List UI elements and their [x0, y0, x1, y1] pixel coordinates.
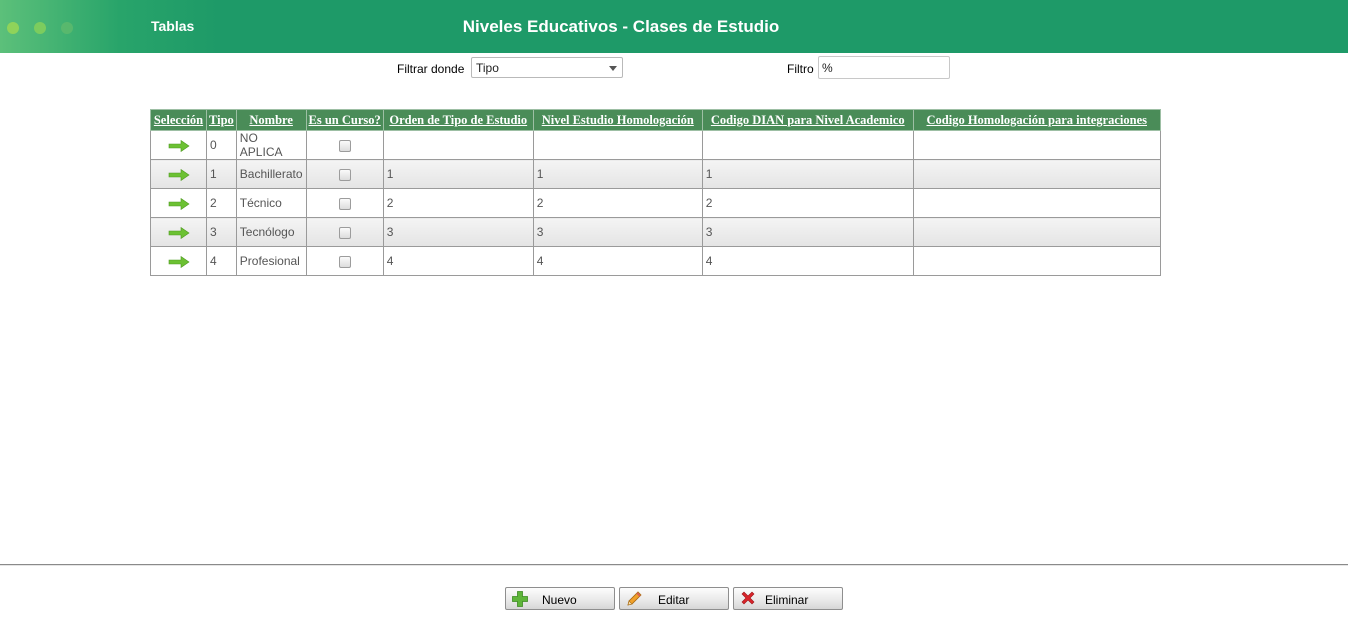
arrow-right-icon[interactable]: [168, 197, 190, 210]
row-select-cell[interactable]: [150, 188, 207, 218]
cell-dian: 4: [701, 246, 914, 276]
cell-orden: 4: [382, 246, 534, 276]
cell-es-curso: [305, 217, 384, 247]
header-bar: Tablas Niveles Educativos - Clases de Es…: [0, 0, 1348, 53]
filter-field-value: Tipo: [476, 61, 499, 75]
cell-orden: 2: [382, 188, 534, 218]
delete-button-label: Eliminar: [765, 593, 809, 607]
cell-tipo: 0: [206, 130, 237, 160]
row-select-cell[interactable]: [150, 217, 207, 247]
new-button[interactable]: Nuevo: [505, 587, 615, 610]
cell-nivel: 4: [532, 246, 703, 276]
es-curso-checkbox[interactable]: [338, 139, 351, 152]
cell-nivel: [532, 130, 703, 160]
arrow-right-icon[interactable]: [168, 168, 190, 181]
plus-icon: [512, 591, 528, 607]
row-select-cell[interactable]: [150, 130, 207, 160]
cell-orden: 1: [382, 159, 534, 189]
column-header-codigo-homologacion[interactable]: Codigo Homologación para integraciones: [912, 109, 1161, 131]
edit-button[interactable]: Editar: [619, 587, 729, 610]
filter-where-label: Filtrar donde: [397, 62, 465, 76]
column-header-codigo-dian[interactable]: Codigo DIAN para Nivel Academico: [701, 109, 914, 131]
filter-input[interactable]: [818, 56, 950, 79]
cell-homologacion: [912, 159, 1161, 189]
arrow-right-icon[interactable]: [168, 226, 190, 239]
table-row: 4 Profesional 4 4 4: [150, 246, 1161, 276]
cell-tipo: 3: [206, 217, 237, 247]
row-select-cell[interactable]: [150, 159, 207, 189]
column-header-es-curso[interactable]: Es un Curso?: [305, 109, 384, 131]
cell-nombre: Tecnólogo: [235, 217, 307, 247]
filter-label: Filtro: [787, 62, 814, 76]
table-row: 0 NO APLICA: [150, 130, 1161, 160]
cell-orden: 3: [382, 217, 534, 247]
column-header-nombre[interactable]: Nombre: [235, 109, 307, 131]
table-row: 3 Tecnólogo 3 3 3: [150, 217, 1161, 247]
cell-tipo: 2: [206, 188, 237, 218]
footer-divider: [0, 564, 1348, 565]
table-header-row: Selección Tipo Nombre Es un Curso? Orden…: [150, 109, 1161, 131]
cell-es-curso: [305, 159, 384, 189]
table-row: 2 Técnico 2 2 2: [150, 188, 1161, 218]
edit-button-label: Editar: [658, 593, 690, 607]
es-curso-checkbox[interactable]: [338, 255, 351, 268]
x-icon: [741, 591, 755, 605]
filter-field-select[interactable]: Tipo: [471, 57, 623, 78]
cell-tipo: 4: [206, 246, 237, 276]
cell-nivel: 3: [532, 217, 703, 247]
table-row: 1 Bachillerato 1 1 1: [150, 159, 1161, 189]
cell-nombre: NO APLICA: [235, 130, 307, 160]
pencil-icon: [627, 591, 642, 606]
cell-homologacion: [912, 188, 1161, 218]
cell-tipo: 1: [206, 159, 237, 189]
row-select-cell[interactable]: [150, 246, 207, 276]
cell-nombre: Bachillerato: [235, 159, 307, 189]
cell-nombre: Técnico: [235, 188, 307, 218]
es-curso-checkbox[interactable]: [338, 226, 351, 239]
cell-homologacion: [912, 217, 1161, 247]
cell-dian: 3: [701, 217, 914, 247]
cell-orden: [382, 130, 534, 160]
new-button-label: Nuevo: [542, 593, 577, 607]
cell-dian: 1: [701, 159, 914, 189]
cell-nivel: 1: [532, 159, 703, 189]
data-table: Selección Tipo Nombre Es un Curso? Orden…: [150, 109, 1161, 276]
cell-es-curso: [305, 188, 384, 218]
dropdown-arrow-icon: [609, 66, 617, 71]
cell-homologacion: [912, 130, 1161, 160]
column-header-nivel-homologacion[interactable]: Nivel Estudio Homologación: [532, 109, 703, 131]
cell-es-curso: [305, 246, 384, 276]
column-header-tipo[interactable]: Tipo: [206, 109, 237, 131]
arrow-right-icon[interactable]: [168, 139, 190, 152]
cell-dian: 2: [701, 188, 914, 218]
page-title: Niveles Educativos - Clases de Estudio: [462, 17, 780, 36]
cell-homologacion: [912, 246, 1161, 276]
cell-nivel: 2: [532, 188, 703, 218]
cell-dian: [701, 130, 914, 160]
arrow-right-icon[interactable]: [168, 255, 190, 268]
cell-es-curso: [305, 130, 384, 160]
cell-nombre: Profesional: [235, 246, 307, 276]
es-curso-checkbox[interactable]: [338, 168, 351, 181]
column-header-orden[interactable]: Orden de Tipo de Estudio: [382, 109, 534, 131]
es-curso-checkbox[interactable]: [338, 197, 351, 210]
column-header-seleccion[interactable]: Selección: [150, 109, 207, 131]
delete-button[interactable]: Eliminar: [733, 587, 843, 610]
